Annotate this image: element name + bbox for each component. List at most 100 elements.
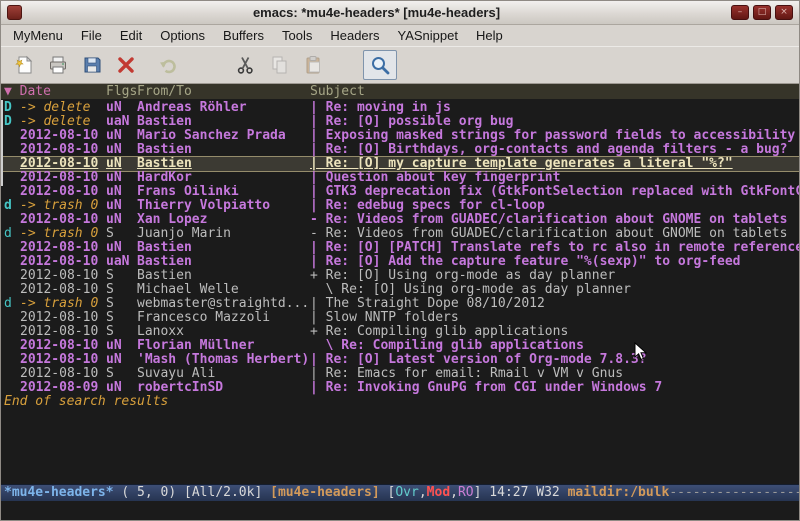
message-row[interactable]: 2012-08-10 uN Mario Sanchez Prada | Expo… <box>1 129 799 143</box>
modeline-segment: Ovr <box>395 485 418 500</box>
subject-cell: + Re: [O] Using org-mode as day planner <box>310 269 799 283</box>
modeline-segment: ( 5, 0) [All/2.0k] <box>114 485 271 500</box>
from-cell: Thierry Volpiatto <box>137 199 310 213</box>
flags-cell: S <box>106 297 137 311</box>
flags-cell: uaN <box>106 115 137 129</box>
modeline-segment: , <box>419 485 427 500</box>
column-header-flags[interactable]: Flgs <box>106 84 137 99</box>
message-row[interactable]: 2012-08-10 uN Florian Müllner \ Re: Comp… <box>1 339 799 353</box>
message-row[interactable]: d -> trash 0 uN Thierry Volpiatto | Re: … <box>1 199 799 213</box>
date-cell: 2012-08-10 <box>20 157 106 171</box>
flags-cell: S <box>106 227 137 241</box>
app-icon <box>7 5 22 20</box>
minibuffer[interactable] <box>1 501 799 520</box>
emacs-window: emacs: *mu4e-headers* [mu4e-headers] – □… <box>0 0 800 521</box>
column-header-date[interactable]: ▼ Date <box>4 84 106 99</box>
flags-cell: S <box>106 325 137 339</box>
column-header-from[interactable]: From/To <box>137 84 310 99</box>
menu-mymenu[interactable]: MyMenu <box>4 26 72 45</box>
modeline-segment: ] <box>474 485 490 500</box>
mark-cell <box>4 381 20 395</box>
modeline-segment: *mu4e-headers* <box>4 485 114 500</box>
message-row[interactable]: d -> trash 0 S Juanjo Marin - Re: Videos… <box>1 227 799 241</box>
copy-button[interactable] <box>263 50 297 80</box>
subject-cell: | Re: [O] Add the capture feature "%(sex… <box>310 255 799 269</box>
menu-buffers[interactable]: Buffers <box>214 26 273 45</box>
menu-file[interactable]: File <box>72 26 111 45</box>
message-row[interactable]: D -> delete uaN Bastien | Re: [O] possib… <box>1 115 799 129</box>
subject-cell: | Re: [O] [PATCH] Translate refs to rc a… <box>310 241 799 255</box>
subject-cell: | Exposing masked strings for password f… <box>310 129 799 143</box>
from-cell: Florian Müllner <box>137 339 310 353</box>
subject-cell: | Re: Invoking GnuPG from CGI under Wind… <box>310 381 799 395</box>
modeline-segment: ---------------------------------------- <box>669 485 799 500</box>
menu-edit[interactable]: Edit <box>111 26 151 45</box>
save-button[interactable] <box>75 50 109 80</box>
undo-button[interactable] <box>151 50 185 80</box>
message-row[interactable]: 2012-08-10 uN Bastien | Re: [O] my captu… <box>1 157 799 171</box>
close-x-icon <box>115 54 137 76</box>
subject-cell: | Re: [O] Birthdays, org-contacts and ag… <box>310 143 799 157</box>
cut-button[interactable] <box>229 50 263 80</box>
column-header-line[interactable]: ▼ Date Flgs From/To Subject <box>1 84 799 99</box>
message-row[interactable]: 2012-08-10 uN Bastien | Re: [O] [PATCH] … <box>1 241 799 255</box>
print-button[interactable] <box>41 50 75 80</box>
message-row[interactable]: 2012-08-10 uN 'Mash (Thomas Herbert) | R… <box>1 353 799 367</box>
date-cell: 2012-08-10 <box>20 241 106 255</box>
message-row[interactable]: 2012-08-10 uaN Bastien | Re: [O] Add the… <box>1 255 799 269</box>
menubar: MyMenu File Edit Options Buffers Tools H… <box>1 25 799 46</box>
flags-cell: uN <box>106 143 137 157</box>
message-row[interactable]: 2012-08-10 S Francesco Mazzoli | Slow NN… <box>1 311 799 325</box>
from-cell: Michael Welle <box>137 283 310 297</box>
flags-cell: uN <box>106 381 137 395</box>
menu-tools[interactable]: Tools <box>273 26 321 45</box>
flags-cell: uaN <box>106 255 137 269</box>
menu-help[interactable]: Help <box>467 26 512 45</box>
menu-headers[interactable]: Headers <box>321 26 388 45</box>
mark-cell: d <box>4 297 20 311</box>
message-row[interactable]: 2012-08-10 uN Frans Oilinki | GTK3 depre… <box>1 185 799 199</box>
message-row[interactable]: 2012-08-10 uN Xan Lopez - Re: Videos fro… <box>1 213 799 227</box>
paste-button[interactable] <box>297 50 331 80</box>
menu-yasnippet[interactable]: YASnippet <box>388 26 466 45</box>
titlebar[interactable]: emacs: *mu4e-headers* [mu4e-headers] – □… <box>1 1 799 25</box>
modeline: *mu4e-headers* ( 5, 0) [All/2.0k] [mu4e-… <box>1 484 799 501</box>
from-cell: Bastien <box>137 143 310 157</box>
mark-cell <box>4 213 20 227</box>
subject-cell: - Re: Videos from GUADEC/clarification a… <box>310 213 799 227</box>
flags-cell: uN <box>106 353 137 367</box>
close-button[interactable]: × <box>775 5 793 20</box>
scrollbar-thumb[interactable] <box>1 100 3 186</box>
new-file-button[interactable] <box>7 50 41 80</box>
save-icon <box>81 54 103 76</box>
message-row[interactable]: 2012-08-10 uN HardKor | Question about k… <box>1 171 799 185</box>
date-cell: 2012-08-09 <box>20 381 106 395</box>
message-row[interactable]: 2012-08-10 S Suvayu Ali | Re: Emacs for … <box>1 367 799 381</box>
date-cell: -> trash 0 <box>20 227 106 241</box>
message-row[interactable]: 2012-08-10 S Michael Welle \ Re: [O] Usi… <box>1 283 799 297</box>
window-title: emacs: *mu4e-headers* [mu4e-headers] <box>22 5 731 20</box>
minimize-button[interactable]: – <box>731 5 749 20</box>
from-cell: Bastien <box>137 255 310 269</box>
column-header-subject[interactable]: Subject <box>310 84 799 99</box>
flags-cell: uN <box>106 213 137 227</box>
modeline-segment: RO <box>458 485 474 500</box>
message-row[interactable]: d -> trash 0 S webmaster@straightd... | … <box>1 297 799 311</box>
search-button[interactable] <box>363 50 397 80</box>
maximize-button[interactable]: □ <box>753 5 771 20</box>
undo-icon <box>157 54 179 76</box>
message-row[interactable]: 2012-08-10 S Bastien + Re: [O] Using org… <box>1 269 799 283</box>
from-cell: Frans Oilinki <box>137 185 310 199</box>
from-cell: Andreas Röhler <box>137 101 310 115</box>
from-cell: Francesco Mazzoli <box>137 311 310 325</box>
mark-cell <box>4 283 20 297</box>
close-buffer-button[interactable] <box>109 50 143 80</box>
message-row[interactable]: 2012-08-09 uN robertcInSD | Re: Invoking… <box>1 381 799 395</box>
message-row[interactable]: D -> delete uN Andreas Röhler | Re: movi… <box>1 101 799 115</box>
subject-cell: | Slow NNTP folders <box>310 311 799 325</box>
date-cell: 2012-08-10 <box>20 311 106 325</box>
message-row[interactable]: 2012-08-10 uN Bastien | Re: [O] Birthday… <box>1 143 799 157</box>
mark-cell <box>4 311 20 325</box>
message-row[interactable]: 2012-08-10 S Lanoxx + Re: Compiling glib… <box>1 325 799 339</box>
menu-options[interactable]: Options <box>151 26 214 45</box>
